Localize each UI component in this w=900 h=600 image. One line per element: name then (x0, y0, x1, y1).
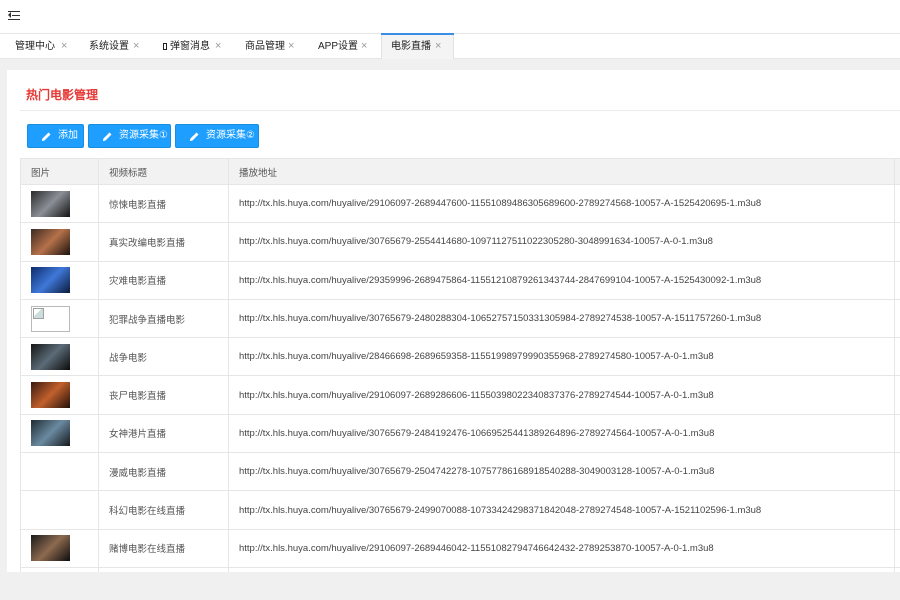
cell-extra (894, 375, 900, 415)
broken-image-icon (31, 305, 70, 332)
cell-image (20, 337, 99, 377)
movie-thumbnail (31, 228, 70, 255)
cell-title: 惊悚电影直播 (98, 183, 229, 224)
movie-thumbnail (31, 382, 70, 409)
table-row[interactable]: 赌博电影在线直播 http://tx.hls.huya.com/huyalive/… (20, 528, 900, 568)
tab-label: 弹窗消息 (170, 41, 210, 52)
close-icon[interactable]: × (361, 34, 367, 59)
menu-fold-icon[interactable] (8, 10, 20, 22)
table-row[interactable]: 丧尸电影直播 http://tx.hls.huya.com/huyalive/29… (20, 375, 900, 415)
resource-collect-2-button[interactable]: 资源采集② (175, 124, 259, 148)
pencil-icon (189, 132, 199, 142)
cell-image (20, 528, 99, 568)
pencil-icon (41, 132, 51, 142)
tab-label: 管理中心 (15, 41, 55, 52)
message-icon (163, 43, 167, 50)
cell-title: 犯罪战争直播电影 (98, 298, 229, 339)
tab-movie-live[interactable]: 电影直播 × (381, 33, 454, 59)
button-label: 添加 (58, 130, 78, 141)
cell-extra (894, 413, 900, 454)
cell-title: 科幻电影在线直播 (98, 490, 229, 530)
close-icon[interactable]: × (288, 34, 294, 59)
movie-thumbnail (31, 190, 70, 217)
table-row[interactable]: 女神港片直播 http://tx.hls.huya.com/huyalive/30… (20, 413, 900, 454)
column-header-image: 图片 (20, 158, 99, 185)
tab-label: APP设置 (318, 41, 359, 52)
cell-extra (894, 260, 900, 300)
table-row[interactable]: 漫威电影直播 http://tx.hls.huya.com/huyalive/30… (20, 452, 900, 492)
cell-title: 女神港片直播 (98, 413, 229, 454)
button-label: 资源采集① (119, 130, 168, 141)
cell-image (20, 490, 99, 530)
cell-play-url: http://tx.hls.huya.com/huyalive/30765679… (228, 490, 895, 530)
cell-title: 真实改编电影直播 (98, 222, 229, 262)
cell-extra (894, 337, 900, 377)
cell-title: 灾难电影直播 (98, 260, 229, 300)
table-row[interactable]: 科幻电影在线直播 http://tx.hls.huya.com/huyalive/… (20, 490, 900, 530)
movie-thumbnail (31, 535, 70, 562)
column-header-extra (894, 158, 900, 185)
table-row[interactable]: 真实改编电影直播 http://tx.hls.huya.com/huyalive/… (20, 222, 900, 262)
tab-label: 商品管理 (245, 41, 285, 52)
cell-play-url: http://tx.hls.huya.com/huyalive/28466698… (228, 337, 895, 377)
cell-image (20, 413, 99, 454)
table-row[interactable]: 灾难电影直播 http://tx.hls.huya.com/huyalive/29… (20, 260, 900, 300)
close-icon[interactable]: × (215, 34, 221, 59)
tab-label: 系统设置 (89, 41, 129, 52)
table-row[interactable]: 犯罪战争直播电影 http://tx.hls.huya.com/huyalive/… (20, 298, 900, 339)
column-header-title: 视频标题 (98, 158, 229, 185)
cell-play-url: http://tx.hls.huya.com/huyalive/30765679… (228, 298, 895, 339)
cell-image (20, 375, 99, 415)
resource-collect-1-button[interactable]: 资源采集① (88, 124, 171, 148)
table-row[interactable]: 惊悚电影直播 http://tx.hls.huya.com/huyalive/29… (20, 183, 900, 224)
content-panel: 热门电影管理 添加 资源采集① 资源采集② 图片 视频标题 播放地址 惊悚电影直… (7, 70, 900, 572)
cell-image (20, 298, 99, 339)
movie-table: 图片 视频标题 播放地址 惊悚电影直播 http://tx.hls.huya.co… (20, 158, 900, 572)
cell-extra (894, 298, 900, 339)
tab-system-settings[interactable]: 系统设置 × (74, 34, 152, 59)
cell-play-url: http://tx.hls.huya.com/huyalive/29106097… (228, 183, 895, 224)
top-bar (0, 0, 900, 33)
cell-play-url: http://tx.hls.huya.com/huyalive/30765679… (228, 222, 895, 262)
tab-product-management[interactable]: 商品管理 × (230, 34, 306, 59)
table-header-row: 图片 视频标题 播放地址 (20, 158, 900, 185)
cell-title: 漫威电影直播 (98, 452, 229, 492)
cell-title: 丧尸电影直播 (98, 375, 229, 415)
cell-image (20, 260, 99, 300)
cell-play-url: http://tx.hls.huya.com/huyalive/29106097… (228, 375, 895, 415)
cell-title: 赌博电影在线直播 (98, 528, 229, 568)
tab-label: 电影直播 (391, 41, 431, 52)
cell-play-url: http://tx.hls.huya.com/huyalive/29359996… (228, 260, 895, 300)
cell-image (20, 222, 99, 262)
tab-bar: 管理中心 × 系统设置 × 弹窗消息 × 商品管理 × APP设置 × 电影直播… (0, 33, 900, 59)
tab-admin-center[interactable]: 管理中心 × (0, 34, 76, 59)
cell-play-url: http://tx.hls.huya.com/huyalive/30765679… (228, 413, 895, 454)
close-icon[interactable]: × (61, 34, 67, 59)
cell-extra (894, 452, 900, 492)
tab-app-settings[interactable]: APP设置 × (303, 34, 379, 59)
cell-image (20, 452, 99, 492)
movie-thumbnail (31, 343, 70, 370)
cell-extra (894, 490, 900, 530)
tab-popup-messages[interactable]: 弹窗消息 × (148, 34, 232, 59)
page-bottom (0, 572, 900, 600)
cell-extra (894, 183, 900, 224)
button-label: 资源采集② (206, 130, 255, 141)
movie-thumbnail (31, 267, 70, 294)
page-title: 热门电影管理 (26, 88, 99, 102)
cell-play-url: http://tx.hls.huya.com/huyalive/30765679… (228, 452, 895, 492)
column-header-url: 播放地址 (228, 158, 895, 185)
movie-thumbnail (31, 420, 70, 447)
add-button[interactable]: 添加 (27, 124, 84, 148)
divider (20, 110, 900, 111)
close-icon[interactable]: × (435, 34, 441, 59)
cell-extra (894, 222, 900, 262)
cell-play-url: http://tx.hls.huya.com/huyalive/29106097… (228, 528, 895, 568)
pencil-icon (102, 132, 112, 142)
cell-image (20, 183, 99, 224)
table-row[interactable]: 战争电影 http://tx.hls.huya.com/huyalive/2846… (20, 337, 900, 377)
cell-title: 战争电影 (98, 337, 229, 377)
close-icon[interactable]: × (133, 34, 139, 59)
cell-extra (894, 528, 900, 568)
